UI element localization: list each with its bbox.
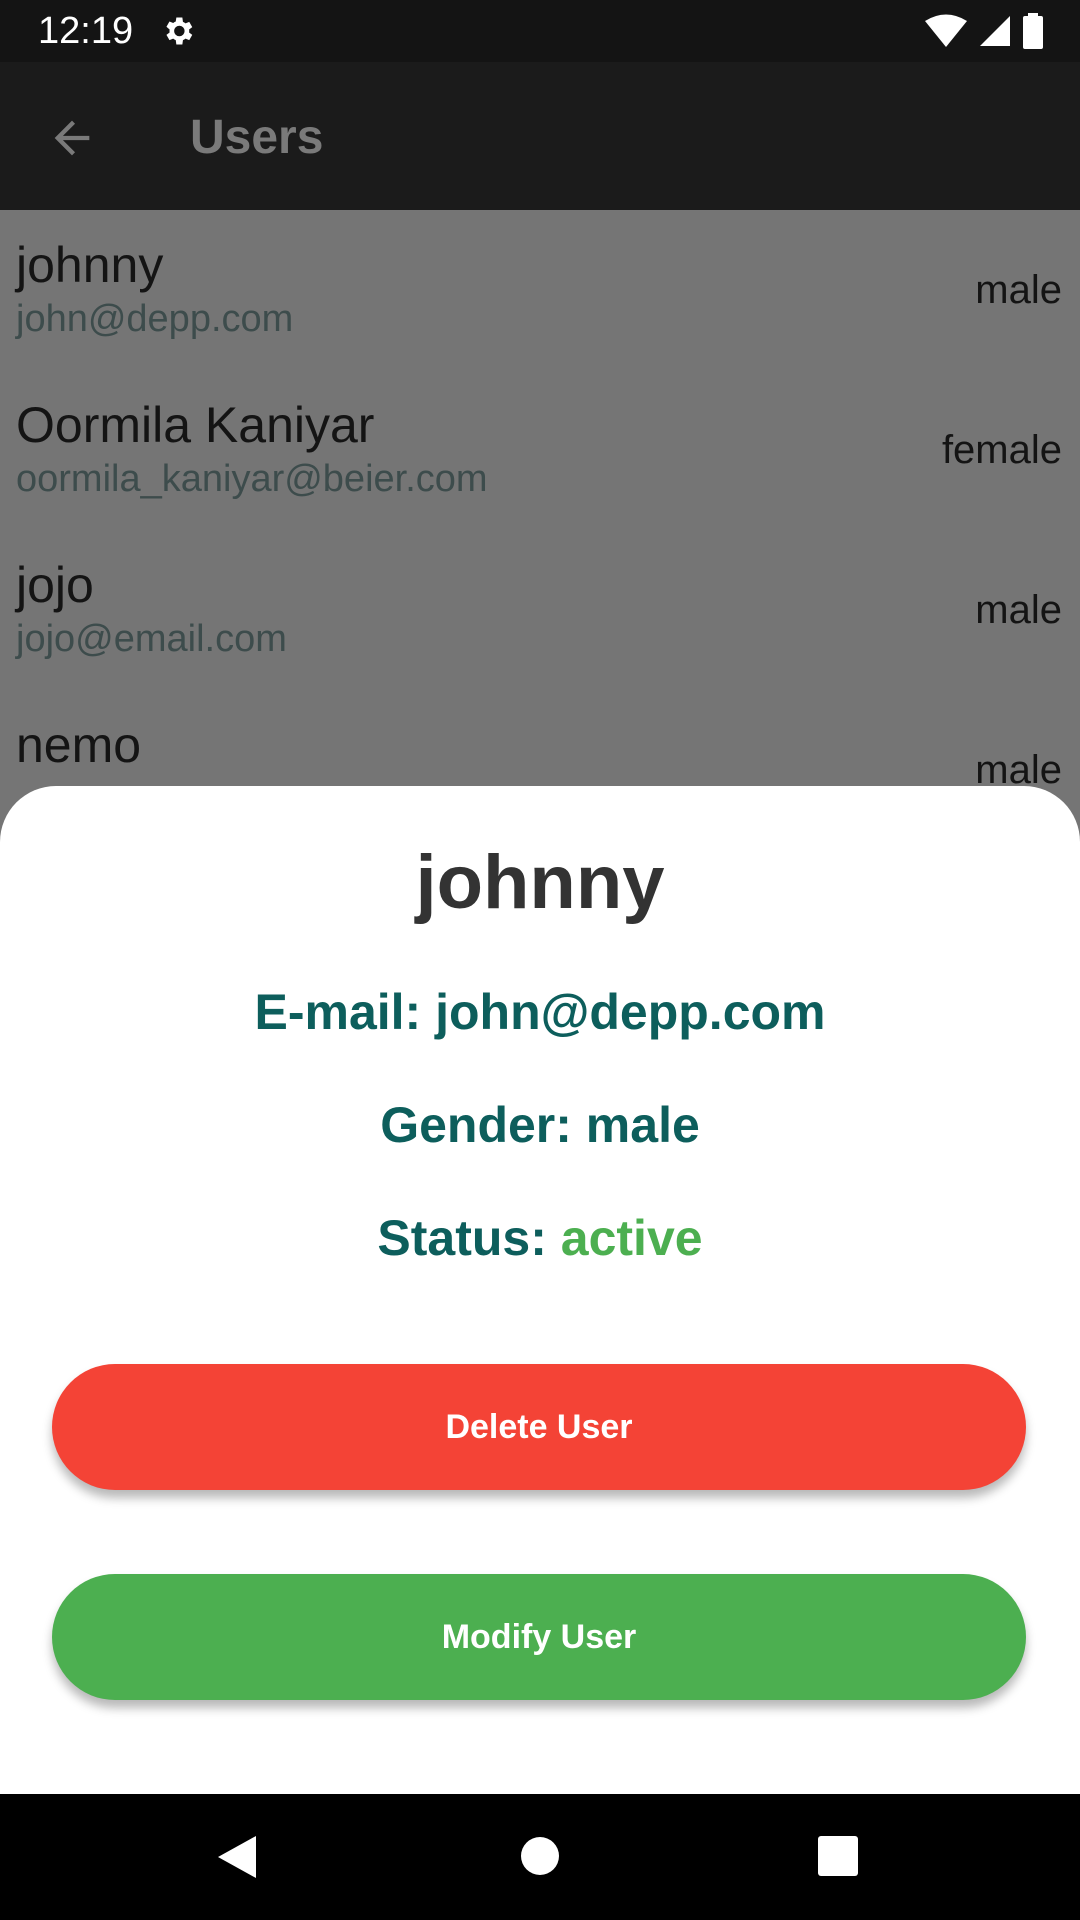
back-triangle-icon[interactable] <box>216 1834 258 1880</box>
user-gender: male <box>975 268 1062 312</box>
status-label: Status: <box>377 1210 561 1266</box>
signal-icon <box>980 16 1010 46</box>
detail-gender: Gender: male <box>380 1097 700 1153</box>
battery-icon <box>1023 13 1043 49</box>
status-value: active <box>560 1210 703 1266</box>
user-email: john@depp.com <box>16 298 294 340</box>
status-time: 12:19 <box>38 10 134 52</box>
user-name: nemo <box>16 717 142 773</box>
user-gender: female <box>941 428 1062 472</box>
detail-status: Status: active <box>0 1208 1080 1268</box>
user-detail-sheet: johnny E-mail: john@depp.com Gender: mal… <box>0 786 1080 1794</box>
modify-user-button[interactable]: Modify User <box>52 1574 1026 1700</box>
home-circle-icon[interactable] <box>520 1836 560 1876</box>
user-list: johnny john@depp.com male Oormila Kaniya… <box>0 210 1080 810</box>
detail-email: E-mail: john@depp.com <box>254 984 826 1040</box>
app-bar: Users <box>0 62 1080 210</box>
status-bar: 12:19 <box>0 0 1080 62</box>
gear-icon <box>166 17 193 45</box>
navigation-bar <box>0 1794 1080 1920</box>
user-gender: male <box>975 588 1062 632</box>
status-icons <box>924 12 1044 50</box>
recents-square-icon[interactable] <box>818 1836 858 1876</box>
list-item[interactable]: Oormila Kaniyar oormila_kaniyar@beier.co… <box>0 370 1080 530</box>
delete-user-button[interactable]: Delete User <box>52 1364 1026 1490</box>
detail-user-name: johnny <box>415 840 665 925</box>
wifi-icon <box>925 14 967 47</box>
user-name: Oormila Kaniyar <box>16 397 375 453</box>
list-item[interactable]: johnny john@depp.com male <box>0 210 1080 370</box>
user-name: jojo <box>16 557 94 613</box>
page-title: Users <box>190 111 324 164</box>
user-email: jojo@email.com <box>16 618 287 660</box>
user-email: oormila_kaniyar@beier.com <box>16 458 488 500</box>
arrow-left-icon[interactable] <box>46 112 98 164</box>
list-item[interactable]: jojo jojo@email.com male <box>0 530 1080 690</box>
user-name: johnny <box>16 237 164 293</box>
